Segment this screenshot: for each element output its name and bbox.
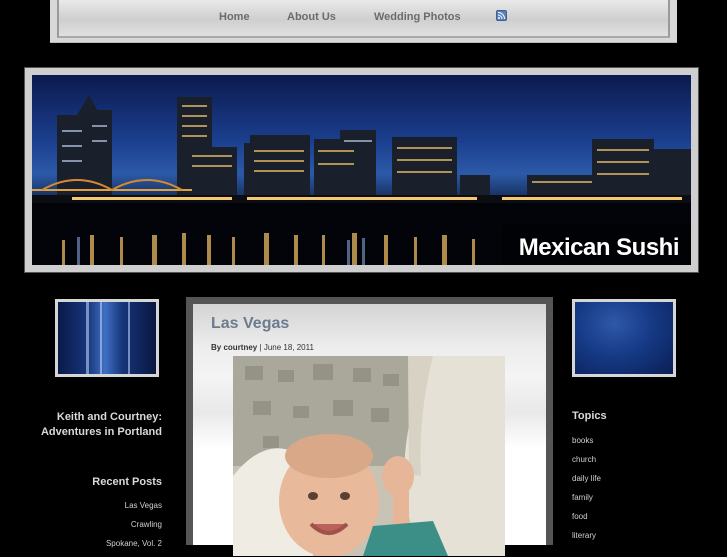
recent-post-link[interactable]: Las Vegas: [60, 500, 162, 519]
post: Las Vegas By courtney | June 18, 2011: [193, 304, 546, 556]
topic-link[interactable]: church: [572, 454, 692, 473]
post-container: Las Vegas By courtney | June 18, 2011: [186, 297, 553, 556]
recent-posts-heading: Recent Posts: [92, 476, 162, 488]
byline-prefix: By: [211, 343, 222, 352]
blog-title: Keith and Courtney: Adventures in Portla…: [40, 411, 162, 438]
baby-photo-graphic: [233, 356, 505, 556]
recent-posts-list: Las Vegas Crawling Spokane, Vol. 2: [60, 500, 162, 557]
post-date: June 18, 2011: [263, 343, 314, 352]
post-photo[interactable]: [233, 356, 505, 556]
top-navigation: Home About Us Wedding Photos: [50, 0, 677, 43]
nav-wedding-photos[interactable]: Wedding Photos: [374, 11, 461, 23]
header-banner-image[interactable]: Mexican Sushi: [32, 75, 691, 265]
post-author[interactable]: courtney: [223, 343, 257, 352]
post-byline: By courtney | June 18, 2011: [211, 343, 314, 352]
post-title[interactable]: Las Vegas: [211, 315, 289, 333]
nav-about-us[interactable]: About Us: [287, 11, 336, 23]
topic-link[interactable]: daily life: [572, 473, 692, 492]
header-banner-frame: Mexican Sushi: [25, 68, 698, 272]
rss-feed-icon[interactable]: [496, 10, 507, 21]
recent-post-link[interactable]: Spokane, Vol. 2: [60, 538, 162, 557]
topic-link[interactable]: family: [572, 492, 692, 511]
byline-separator: |: [259, 343, 262, 352]
left-sidebar-image: [55, 299, 159, 377]
topics-heading: Topics: [572, 410, 607, 422]
topics-list: books church daily life family food lite…: [572, 435, 692, 549]
recent-post-link[interactable]: Crawling: [60, 519, 162, 538]
right-sidebar-image: [572, 299, 676, 377]
nav-home[interactable]: Home: [219, 11, 250, 23]
site-title[interactable]: Mexican Sushi: [519, 234, 680, 262]
nav-bar: Home About Us Wedding Photos: [57, 0, 670, 38]
topic-link[interactable]: food: [572, 511, 692, 530]
topic-link[interactable]: literary: [572, 530, 692, 549]
topic-link[interactable]: books: [572, 435, 692, 454]
